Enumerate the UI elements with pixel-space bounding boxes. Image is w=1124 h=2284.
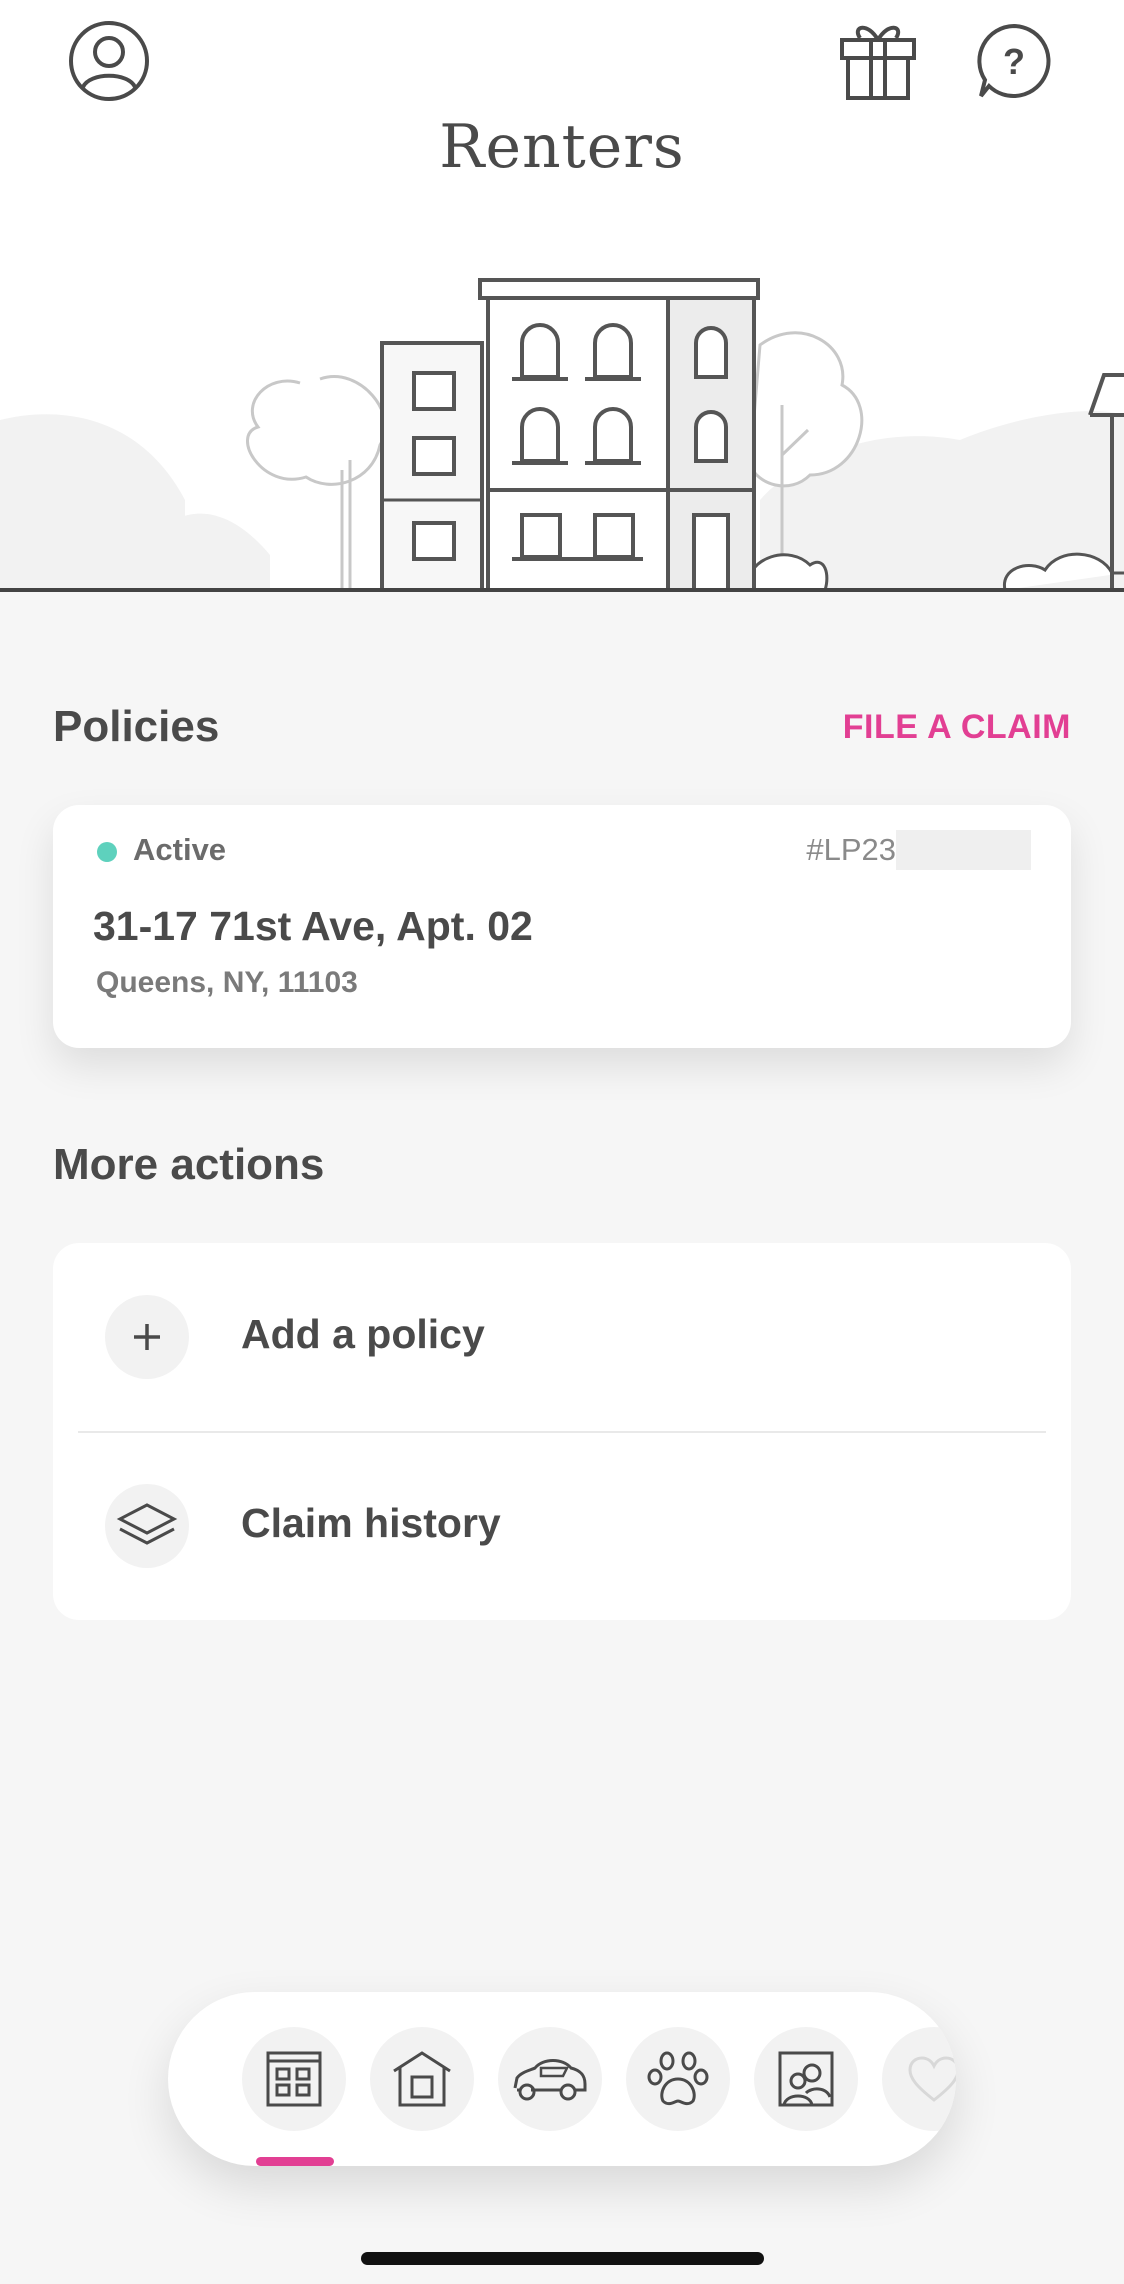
building-illustration [0, 255, 1124, 600]
profile-icon[interactable] [68, 20, 150, 102]
policy-card[interactable]: Active #LP23 31-17 71st Ave, Apt. 02 Que… [53, 805, 1071, 1048]
policy-city: Queens, NY, 11103 [96, 966, 358, 999]
gift-icon[interactable] [838, 18, 918, 102]
actions-card: Add a policy Claim history [53, 1243, 1071, 1620]
svg-text:?: ? [1003, 41, 1025, 82]
policy-number-text: #LP23 [806, 832, 896, 867]
policy-number: #LP23 [806, 830, 1031, 870]
policies-title: Policies [53, 702, 220, 751]
paw-icon [647, 2051, 709, 2106]
active-status-dot [97, 842, 117, 862]
page-title: Renters [439, 112, 685, 182]
house-icon [393, 2051, 451, 2107]
tab-home[interactable] [370, 2027, 474, 2131]
tab-renters[interactable] [242, 2027, 346, 2131]
tab-pet[interactable] [626, 2027, 730, 2131]
add-policy-button[interactable]: Add a policy [53, 1243, 1071, 1431]
more-actions-title: More actions [53, 1140, 325, 1189]
add-policy-label: Add a policy [241, 1311, 485, 1357]
car-icon [513, 2059, 587, 2101]
building-icon [266, 2051, 322, 2107]
product-tab-bar [168, 1992, 956, 2166]
selected-tab-indicator [256, 2157, 334, 2166]
tab-life[interactable] [754, 2027, 858, 2131]
portrait-icon [778, 2051, 834, 2107]
file-claim-link[interactable]: FILE A CLAIM [843, 708, 1071, 747]
tab-more[interactable] [882, 2027, 956, 2131]
claim-history-button[interactable]: Claim history [53, 1432, 1071, 1620]
tab-car[interactable] [498, 2027, 602, 2131]
redacted-block [896, 830, 1031, 870]
layers-icon [105, 1484, 189, 1568]
plus-icon [105, 1295, 189, 1379]
home-indicator [361, 2252, 764, 2265]
heart-icon [908, 2056, 956, 2102]
policy-status: Active [133, 832, 227, 867]
claim-history-label: Claim history [241, 1500, 501, 1546]
policy-address: 31-17 71st Ave, Apt. 02 [93, 903, 533, 949]
help-icon[interactable]: ? [975, 22, 1053, 100]
